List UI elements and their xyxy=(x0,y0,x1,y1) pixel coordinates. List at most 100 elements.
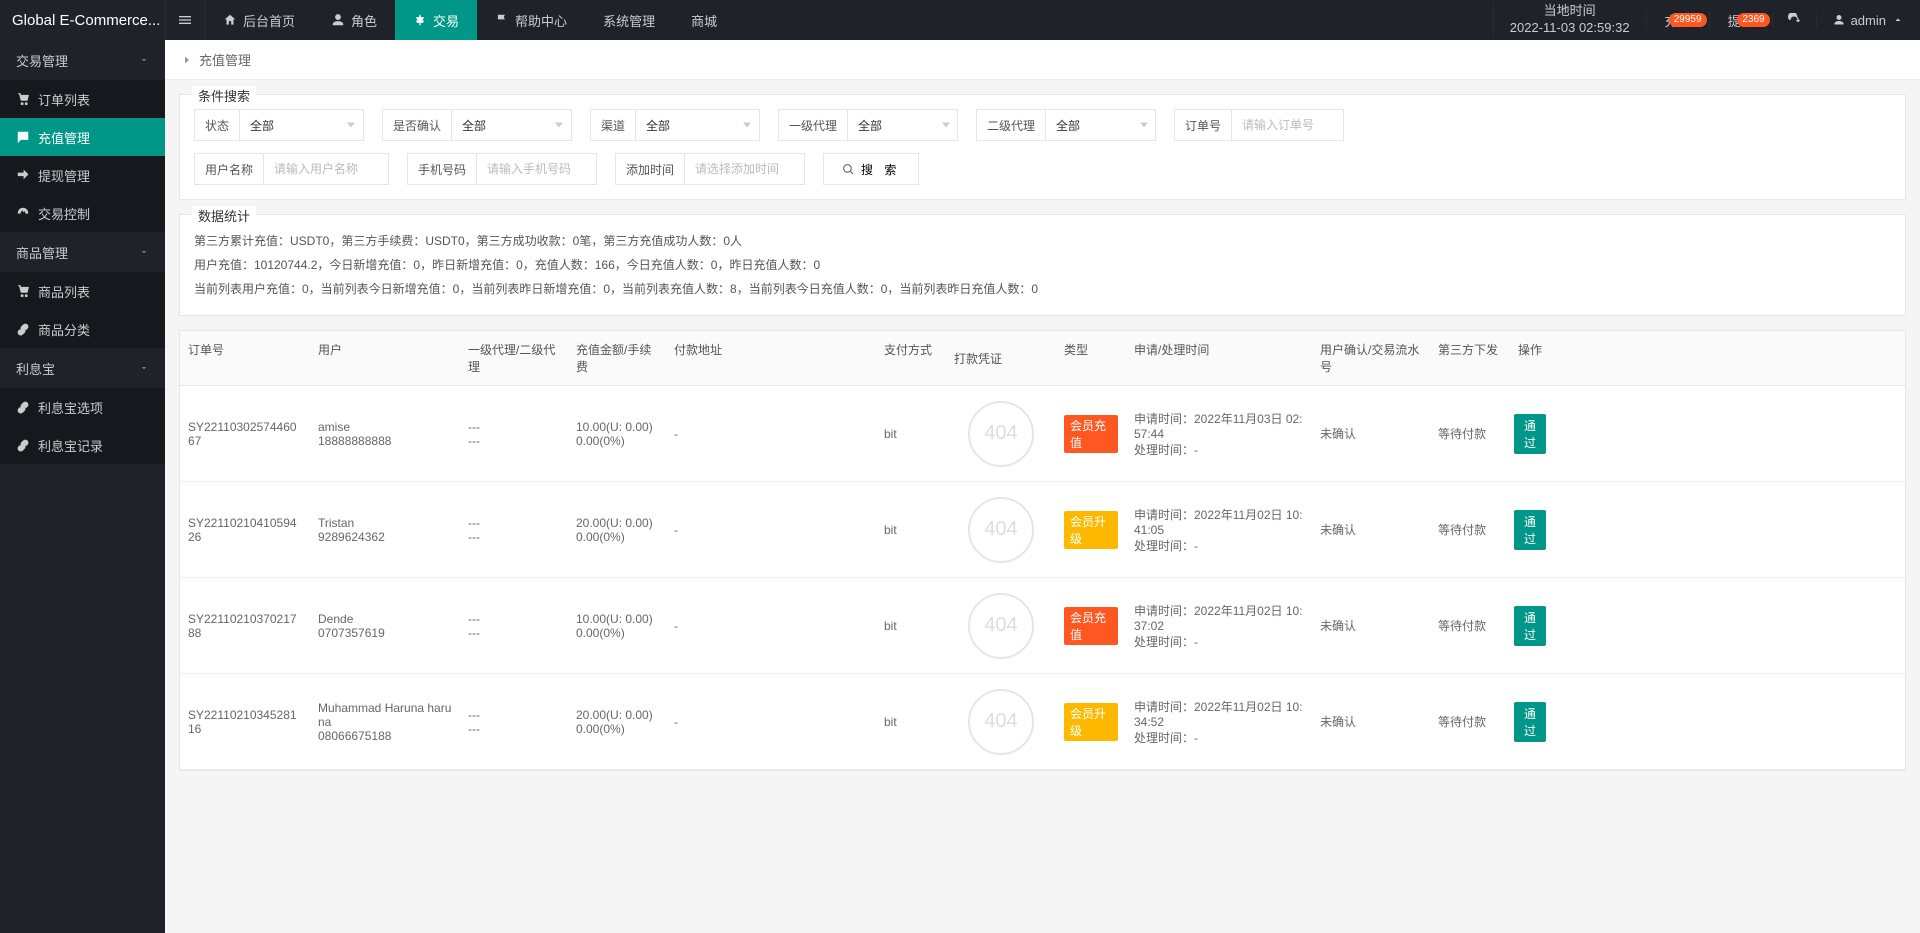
status-select[interactable]: 全部 xyxy=(240,110,363,140)
pass-button[interactable]: 通过 xyxy=(1514,414,1546,454)
orderno-input[interactable] xyxy=(1232,110,1407,140)
top-menu-item[interactable]: 后台首页 xyxy=(205,0,313,40)
pass-button[interactable]: 通过 xyxy=(1514,702,1546,742)
confirm-field[interactable]: 是否确认 全部 xyxy=(382,109,572,141)
col-agent: 一级代理/二级代理 xyxy=(460,331,568,385)
cell-proof: 404 xyxy=(946,583,1056,669)
col-amount: 充值金额/手续费 xyxy=(568,331,666,385)
phone-field[interactable]: 手机号码 xyxy=(407,153,597,185)
logo: Global E-Commerce... xyxy=(0,0,165,40)
type-tag: 会员充值 xyxy=(1064,607,1118,645)
cell-pay: bit xyxy=(876,609,946,643)
withdraw-badge: 2369 xyxy=(1737,13,1769,27)
sidebar-item[interactable]: 交易控制 xyxy=(0,194,165,232)
recharge-link[interactable]: 充值 29959 xyxy=(1646,11,1709,30)
cell-order: SY2211021037021788 xyxy=(180,602,310,650)
proof-placeholder: 404 xyxy=(968,401,1034,467)
cell-confirm: 未确认 xyxy=(1312,703,1430,740)
gauge-icon xyxy=(16,206,30,220)
status-field[interactable]: 状态 全部 xyxy=(194,109,364,141)
pass-button[interactable]: 通过 xyxy=(1514,510,1546,550)
cell-addr: - xyxy=(666,609,876,643)
refresh-button[interactable] xyxy=(1772,13,1816,27)
top-menu-label: 帮助中心 xyxy=(515,11,567,30)
filter-legend: 条件搜索 xyxy=(192,86,256,105)
top-menu-label: 商城 xyxy=(691,11,717,30)
sidebar-item[interactable]: 利息宝记录 xyxy=(0,426,165,464)
top-menu-item[interactable]: 角色 xyxy=(313,0,395,40)
cell-type: 会员升级 xyxy=(1056,693,1126,751)
sidebar-item[interactable]: 商品分类 xyxy=(0,310,165,348)
addtime-label: 添加时间 xyxy=(616,154,685,184)
cell-user: Muhammad Haruna haruna08066675188 xyxy=(310,691,460,753)
top-menu-item[interactable]: 商城 xyxy=(673,0,735,40)
sidebar-item[interactable]: 商品列表 xyxy=(0,272,165,310)
col-pay: 支付方式 xyxy=(876,331,946,385)
pass-button[interactable]: 通过 xyxy=(1514,606,1546,646)
cell-type: 会员升级 xyxy=(1056,501,1126,559)
flag-icon xyxy=(495,13,509,27)
cell-agent: ------ xyxy=(460,506,568,554)
sidebar-group-label: 交易管理 xyxy=(16,51,68,70)
channel-select[interactable]: 全部 xyxy=(636,110,759,140)
sidebar-item[interactable]: 提现管理 xyxy=(0,156,165,194)
sidebar-group[interactable]: 交易管理 xyxy=(0,40,165,80)
cell-agent: ------ xyxy=(460,698,568,746)
sidebar-item-label: 商品列表 xyxy=(38,282,90,301)
top-menu: 后台首页角色 交易 帮助中心 系统管理 商城 xyxy=(205,0,1493,40)
sidebar-group[interactable]: 商品管理 xyxy=(0,232,165,272)
sidebar-group[interactable]: 利息宝 xyxy=(0,348,165,388)
confirm-select[interactable]: 全部 xyxy=(452,110,571,140)
sidebar-item-label: 交易控制 xyxy=(38,204,90,223)
proof-placeholder: 404 xyxy=(968,689,1034,755)
agent1-field[interactable]: 一级代理 全部 xyxy=(778,109,958,141)
table-header: 订单号 用户 一级代理/二级代理 充值金额/手续费 付款地址 支付方式 打款凭证… xyxy=(180,331,1905,386)
search-button[interactable]: 搜 索 xyxy=(823,153,919,185)
top-menu-item[interactable]: 帮助中心 xyxy=(477,0,585,40)
sidebar-item[interactable]: 订单列表 xyxy=(0,80,165,118)
time-value: 2022-11-03 02:59:32 xyxy=(1510,20,1630,37)
agent2-select[interactable]: 全部 xyxy=(1046,110,1156,140)
cell-type: 会员充值 xyxy=(1056,405,1126,463)
withdraw-link[interactable]: 提现 2369 xyxy=(1709,11,1772,30)
sidebar-toggle[interactable] xyxy=(165,0,205,40)
sidebar-item[interactable]: 充值管理 xyxy=(0,118,165,156)
chevron-up-icon xyxy=(1892,14,1904,26)
orderno-field[interactable]: 订单号 xyxy=(1174,109,1344,141)
user-name: admin xyxy=(1851,13,1886,28)
sidebar-item-label: 充值管理 xyxy=(38,128,90,147)
cell-third: 等待付款 xyxy=(1430,415,1506,452)
cell-order: SY2211021041059426 xyxy=(180,506,310,554)
breadcrumb-text: 充值管理 xyxy=(199,50,251,69)
user-menu[interactable]: admin xyxy=(1816,13,1920,28)
sidebar-item-label: 订单列表 xyxy=(38,90,90,109)
agent1-select[interactable]: 全部 xyxy=(848,110,958,140)
sidebar-item[interactable]: 利息宝选项 xyxy=(0,388,165,426)
cell-addr: - xyxy=(666,417,876,451)
username-field[interactable]: 用户名称 xyxy=(194,153,389,185)
top-menu-label: 交易 xyxy=(433,11,459,30)
addtime-field[interactable]: 添加时间 xyxy=(615,153,805,185)
link-icon xyxy=(16,400,30,414)
cell-amount: 20.00(U: 0.00)0.00(0%) xyxy=(568,698,666,746)
chevron-down-icon xyxy=(139,55,149,65)
sidebar-group-label: 商品管理 xyxy=(16,243,68,262)
cell-op: 通过 xyxy=(1506,692,1554,752)
type-tag: 会员升级 xyxy=(1064,511,1118,549)
stats-legend: 数据统计 xyxy=(192,206,256,225)
stats-line-1: 第三方累计充值：USDT0，第三方手续费：USDT0，第三方成功收款：0笔，第三… xyxy=(194,229,1891,253)
cell-third: 等待付款 xyxy=(1430,511,1506,548)
top-menu-item[interactable]: 交易 xyxy=(395,0,477,40)
cell-time: 申请时间：2022年11月02日 10:41:05处理时间：- xyxy=(1126,496,1312,564)
cell-confirm: 未确认 xyxy=(1312,415,1430,452)
sidebar-group-label: 利息宝 xyxy=(16,359,55,378)
link-icon xyxy=(16,438,30,452)
agent2-field[interactable]: 二级代理 全部 xyxy=(976,109,1156,141)
channel-field[interactable]: 渠道 全部 xyxy=(590,109,760,141)
top-menu-label: 系统管理 xyxy=(603,11,655,30)
data-table: 订单号 用户 一级代理/二级代理 充值金额/手续费 付款地址 支付方式 打款凭证… xyxy=(179,330,1906,771)
channel-label: 渠道 xyxy=(591,110,636,140)
cart-icon xyxy=(16,92,30,106)
top-menu-item[interactable]: 系统管理 xyxy=(585,0,673,40)
cell-op: 通过 xyxy=(1506,404,1554,464)
